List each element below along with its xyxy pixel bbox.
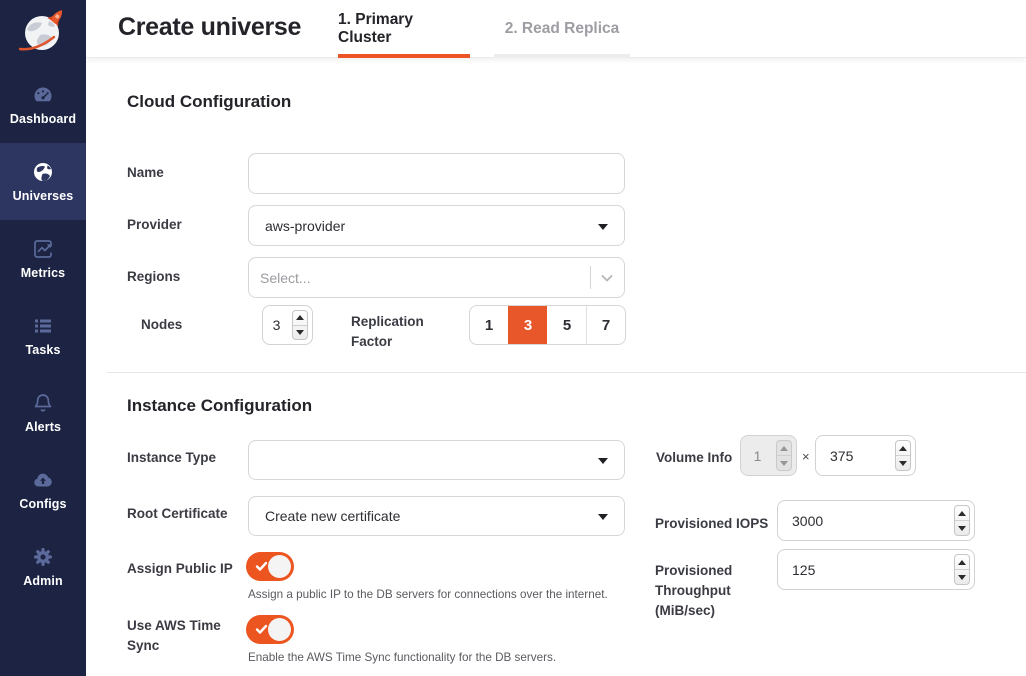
create-universe-page: Dashboard Universes Metrics Tasks Alerts — [0, 0, 1026, 676]
toggle-knob — [268, 555, 291, 578]
rf-option-3[interactable]: 3 — [508, 306, 547, 344]
rf-option-1[interactable]: 1 — [470, 306, 508, 344]
sidebar-item-label: Dashboard — [10, 112, 76, 126]
spinner-up-button[interactable] — [955, 555, 969, 570]
sidebar-item-dashboard[interactable]: Dashboard — [0, 66, 86, 143]
spinner-buttons — [895, 440, 911, 471]
root-certificate-value: Create new certificate — [265, 508, 400, 524]
sidebar-item-label: Tasks — [25, 343, 60, 357]
spinner-down-button[interactable] — [955, 570, 969, 584]
volume-size-stepper[interactable]: 375 — [815, 435, 916, 476]
chevron-down-icon — [598, 269, 616, 287]
volume-count-value: 1 — [741, 436, 774, 475]
spinner-up-button[interactable] — [955, 506, 969, 521]
replication-factor-group: 1 3 5 7 — [469, 305, 626, 345]
check-icon — [255, 560, 268, 573]
tab-primary-cluster[interactable]: 1. Primary Cluster — [338, 0, 470, 58]
provisioned-throughput-value: 125 — [778, 550, 948, 589]
cloud-upload-icon — [31, 468, 55, 492]
provisioned-throughput-stepper[interactable]: 125 — [777, 549, 975, 590]
select-separator — [590, 266, 591, 289]
aws-time-sync-help: Enable the AWS Time Sync functionality f… — [248, 651, 628, 664]
nodes-stepper[interactable]: 3 — [262, 305, 313, 345]
sidebar-item-universes[interactable]: Universes — [0, 143, 86, 220]
sidebar-item-configs[interactable]: Configs — [0, 451, 86, 528]
replication-factor-label: Replication Factor — [351, 312, 443, 352]
aws-time-sync-label: Use AWS Time Sync — [127, 616, 239, 656]
provider-value: aws-provider — [265, 218, 345, 234]
assign-public-ip-toggle[interactable] — [246, 552, 294, 581]
caret-down-icon — [598, 514, 608, 520]
chart-icon — [31, 237, 55, 261]
sidebar-item-admin[interactable]: Admin — [0, 528, 86, 605]
main-content: Cloud Configuration Name Provider aws-pr… — [86, 58, 1026, 676]
caret-down-icon — [598, 458, 608, 464]
name-input[interactable] — [248, 153, 625, 194]
globe-icon — [31, 160, 55, 184]
instance-type-select[interactable] — [248, 440, 625, 480]
sidebar-item-label: Metrics — [21, 266, 65, 280]
spinner-down-button[interactable] — [293, 326, 307, 340]
sidebar-item-metrics[interactable]: Metrics — [0, 220, 86, 297]
sidebar: Dashboard Universes Metrics Tasks Alerts — [0, 0, 86, 676]
regions-select[interactable]: Select... — [248, 257, 625, 298]
sidebar-item-label: Admin — [23, 574, 62, 588]
volume-size-value: 375 — [816, 436, 889, 475]
check-icon — [255, 623, 268, 636]
spinner-buttons — [292, 310, 308, 340]
page-header: Create universe 1. Primary Cluster 2. Re… — [86, 0, 1026, 58]
tab-read-replica[interactable]: 2. Read Replica — [494, 0, 630, 58]
caret-down-icon — [598, 224, 608, 230]
spinner-down-button[interactable] — [896, 456, 910, 470]
root-certificate-label: Root Certificate — [127, 504, 228, 524]
spinner-buttons — [776, 440, 792, 471]
volume-count-stepper: 1 — [740, 435, 797, 476]
regions-label: Regions — [127, 267, 180, 287]
spinner-down-button — [777, 456, 791, 470]
aws-time-sync-toggle[interactable] — [246, 615, 294, 644]
yugabyte-logo[interactable] — [16, 5, 70, 61]
instance-configuration-heading: Instance Configuration — [127, 396, 312, 416]
rf-option-7[interactable]: 7 — [586, 306, 625, 344]
spinner-up-button — [777, 441, 791, 456]
volume-info-label: Volume Info — [656, 448, 732, 468]
sidebar-item-alerts[interactable]: Alerts — [0, 374, 86, 451]
rf-option-5[interactable]: 5 — [547, 306, 586, 344]
sidebar-item-tasks[interactable]: Tasks — [0, 297, 86, 374]
page-title: Create universe — [118, 13, 301, 42]
gauge-icon — [31, 83, 55, 107]
spinner-up-button[interactable] — [896, 441, 910, 456]
spinner-up-button[interactable] — [293, 311, 307, 326]
provider-label: Provider — [127, 215, 182, 235]
toggle-knob — [268, 618, 291, 641]
spinner-buttons — [954, 554, 970, 585]
spinner-down-button[interactable] — [955, 521, 969, 535]
cloud-configuration-heading: Cloud Configuration — [127, 92, 291, 112]
gear-icon — [31, 545, 55, 569]
provisioned-throughput-label: Provisioned Throughput (MiB/sec) — [655, 561, 767, 621]
provisioned-iops-value: 3000 — [778, 501, 948, 540]
bell-icon — [31, 391, 55, 415]
regions-placeholder: Select... — [260, 270, 311, 286]
nodes-value: 3 — [263, 306, 290, 344]
provisioned-iops-stepper[interactable]: 3000 — [777, 500, 975, 541]
instance-type-label: Instance Type — [127, 448, 216, 468]
provisioned-iops-label: Provisioned IOPS — [655, 514, 768, 534]
sidebar-item-label: Alerts — [25, 420, 61, 434]
spinner-buttons — [954, 505, 970, 536]
sidebar-item-label: Configs — [19, 497, 66, 511]
volume-multiplier: × — [802, 449, 810, 464]
assign-public-ip-help: Assign a public IP to the DB servers for… — [248, 588, 628, 601]
section-divider — [107, 372, 1026, 373]
sidebar-item-label: Universes — [13, 189, 74, 203]
list-icon — [31, 314, 55, 338]
assign-public-ip-label: Assign Public IP — [127, 559, 233, 579]
nodes-label: Nodes — [141, 315, 182, 335]
provider-select[interactable]: aws-provider — [248, 205, 625, 246]
name-label: Name — [127, 163, 164, 183]
root-certificate-select[interactable]: Create new certificate — [248, 496, 625, 536]
